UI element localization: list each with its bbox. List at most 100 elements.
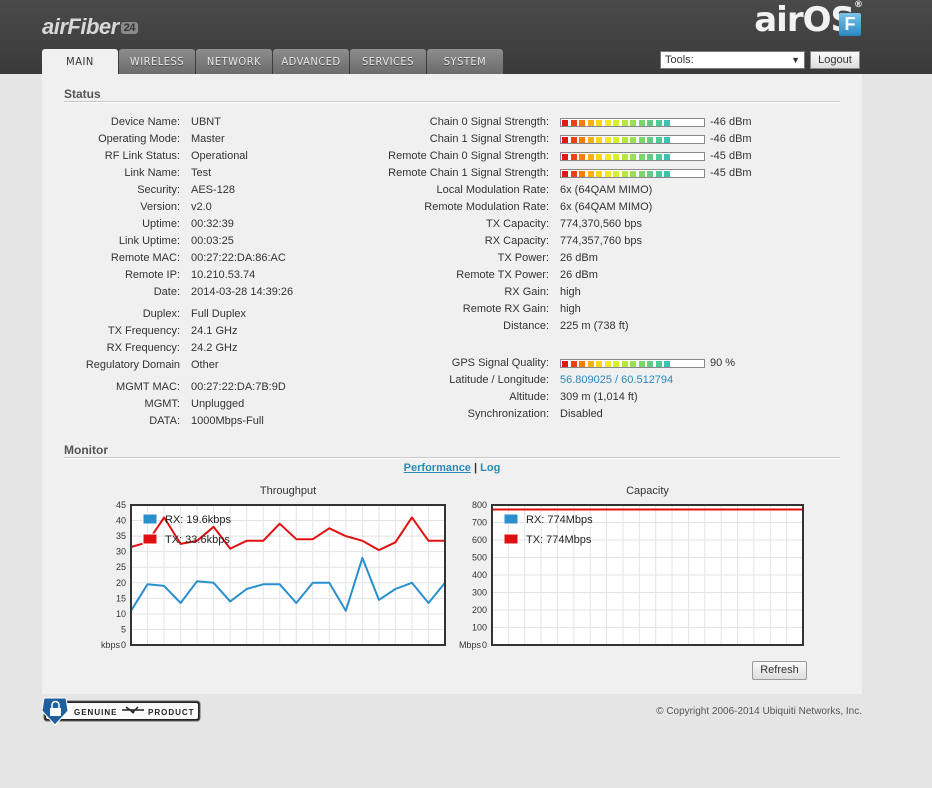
status-value: 00:32:39 [191, 218, 234, 230]
chart-title: Throughput [260, 485, 316, 497]
genuine-product-badge: GENUINE PRODUCT [42, 697, 201, 726]
y-tick-label: 300 [472, 588, 487, 598]
status-label: Chain 0 Signal Strength: [429, 116, 549, 128]
y-tick-label: 20 [116, 578, 126, 588]
status-label: TX Capacity: [486, 218, 549, 230]
status-label: Remote Chain 0 Signal Strength: [388, 150, 549, 162]
status-value: -46 dBm [710, 116, 752, 128]
tab-wireless[interactable]: WIRELESS [119, 49, 195, 74]
legend-swatch [503, 513, 519, 525]
signal-segment [630, 361, 636, 367]
status-section-title: Status [64, 87, 101, 101]
status-label: Uptime: [142, 218, 180, 230]
status-label: Remote TX Power: [456, 269, 549, 281]
status-value: 24.2 GHz [191, 342, 238, 354]
dropdown-arrow-icon: ▼ [791, 55, 800, 65]
status-value: 00:03:25 [191, 235, 234, 247]
signal-strength-bar [560, 169, 705, 178]
chart-plot-area [131, 505, 445, 645]
y-tick-label: 25 [116, 562, 126, 572]
performance-link[interactable]: Performance [404, 462, 471, 474]
tab-network[interactable]: NETWORK [196, 49, 272, 74]
y-axis-unit: Mbps [459, 640, 482, 650]
airos-f-badge: F [839, 13, 861, 36]
airfiber-logo: airFiber 24 [42, 14, 138, 40]
status-label: Version: [140, 201, 180, 213]
link-separator: | [474, 462, 478, 474]
log-link[interactable]: Log [480, 462, 500, 474]
signal-segment [638, 137, 645, 143]
signal-segment [587, 361, 594, 367]
status-value: 6x (64QAM MIMO) [560, 184, 653, 196]
signal-segment [579, 171, 585, 177]
signal-segment [562, 120, 568, 126]
tab-services[interactable]: SERVICES [350, 49, 426, 74]
lat-long-link[interactable]: 56.809025 / 60.512794 [560, 374, 673, 386]
signal-segment [604, 137, 611, 143]
y-tick-label: 35 [116, 531, 126, 541]
tab-advanced[interactable]: ADVANCED [273, 49, 349, 74]
status-value: 774,370,560 bps [560, 218, 642, 230]
signal-segment [587, 154, 594, 160]
legend-swatch [142, 533, 158, 545]
status-value: high [560, 286, 581, 298]
signal-segment [579, 137, 585, 143]
status-label: Link Uptime: [118, 235, 180, 247]
signal-segment [604, 120, 611, 126]
status-value: 774,357,760 bps [560, 235, 642, 247]
y-tick-label: 700 [472, 518, 487, 528]
status-label: Remote RX Gain: [462, 303, 549, 315]
status-label: Date: [153, 286, 180, 298]
status-value: -46 dBm [710, 133, 752, 145]
refresh-button[interactable]: Refresh [752, 661, 807, 680]
signal-segment [638, 120, 645, 126]
tab-system[interactable]: SYSTEM [427, 49, 503, 74]
signal-segment [664, 361, 670, 367]
tools-select[interactable]: Tools: ▼ [660, 51, 805, 69]
logout-button[interactable]: Logout [810, 51, 860, 69]
signal-segment [621, 137, 628, 143]
signal-strength-bar [560, 118, 705, 127]
status-divider [64, 101, 840, 103]
monitor-section-title: Monitor [64, 443, 108, 457]
status-label: RX Gain: [504, 286, 549, 298]
legend-swatch [503, 533, 519, 545]
signal-segment [664, 154, 670, 160]
status-value: 1000Mbps-Full [191, 415, 264, 427]
status-value: Unplugged [191, 398, 245, 410]
y-tick-label: 0 [482, 640, 487, 650]
legend-label: TX: 33.6kbps [165, 534, 230, 546]
tools-select-value: Tools: [665, 54, 694, 66]
status-label: Remote Modulation Rate: [424, 201, 549, 213]
badge-text-genuine: GENUINE [74, 708, 117, 717]
signal-segment [630, 137, 636, 143]
signal-segment [587, 171, 594, 177]
status-label: TX Frequency: [107, 325, 180, 337]
status-label: Security: [137, 184, 180, 196]
status-label: Operating Mode: [98, 133, 180, 145]
signal-segment [655, 361, 662, 367]
signal-segment [647, 154, 653, 160]
signal-segment [596, 120, 602, 126]
status-value: -45 dBm [710, 150, 752, 162]
signal-segment [596, 137, 602, 143]
signal-segment [613, 361, 619, 367]
status-label: Remote IP: [124, 269, 180, 281]
status-value: 309 m (1,014 ft) [560, 391, 638, 403]
y-axis-unit: kbps [101, 640, 121, 650]
tab-main[interactable]: MAIN [42, 49, 118, 74]
status-value: v2.0 [191, 201, 212, 213]
signal-segment [655, 137, 662, 143]
monitor-charts: Throughput 0 5 10 15 20 25 30 35 40 45 kbps RX: 19.6… [101, 485, 804, 650]
y-tick-label: 600 [472, 535, 487, 545]
airos-reg: ® [854, 0, 863, 10]
signal-segment [570, 154, 577, 160]
signal-segment [621, 154, 628, 160]
status-label: GPS Signal Quality: [451, 357, 549, 369]
y-tick-label: 5 [121, 624, 126, 634]
header-bar: airFiber 24 airOS® F MAIN WIRELESS NETWOR… [0, 0, 932, 74]
signal-segment [630, 154, 636, 160]
signal-segment [638, 154, 645, 160]
signal-segment [630, 120, 636, 126]
status-value: 6x (64QAM MIMO) [560, 201, 653, 213]
